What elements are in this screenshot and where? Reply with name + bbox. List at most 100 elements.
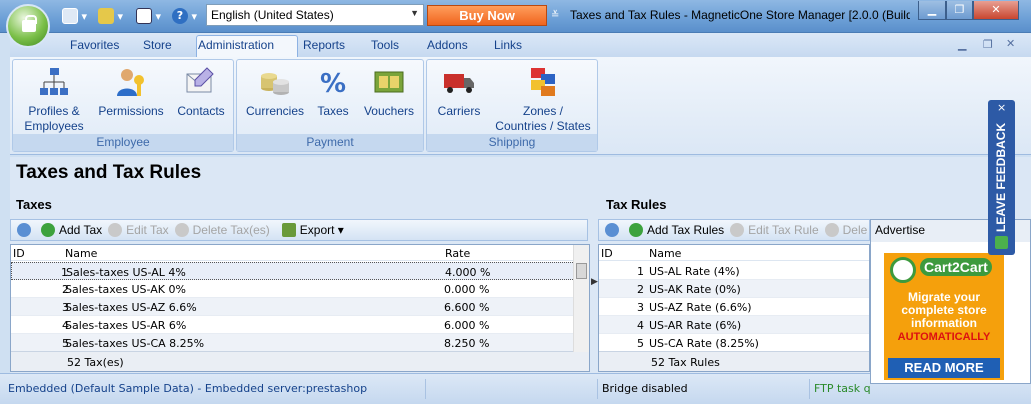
buy-now-button[interactable]: Buy Now xyxy=(427,5,547,26)
cell-id: 3 xyxy=(637,301,644,314)
leave-feedback-label: LEAVE FEEDBACK xyxy=(994,122,1008,232)
contacts-button[interactable]: Contacts xyxy=(171,66,231,119)
edit-tax-rule-label: Edit Tax Rule xyxy=(748,223,819,237)
delete-icon xyxy=(174,223,189,237)
carriers-button[interactable]: Carriers xyxy=(431,66,487,119)
feedback-icon xyxy=(995,236,1008,249)
column-rate[interactable]: Rate xyxy=(445,247,470,260)
status-empty xyxy=(426,379,598,399)
add-tax-label: Add Tax xyxy=(59,223,103,237)
language-value: English (United States) xyxy=(211,8,334,22)
scrollbar-thumb[interactable] xyxy=(576,263,587,279)
minimize-button[interactable]: ▁ xyxy=(918,1,946,20)
tax-rules-toolbar: Add Tax Rules Edit Tax Rule Dele xyxy=(598,219,870,241)
app-orb-button[interactable] xyxy=(6,4,50,48)
column-name[interactable]: Name xyxy=(65,247,97,260)
ribbon-restore-icon[interactable]: ❐ xyxy=(983,38,993,51)
menu-store[interactable]: Store xyxy=(143,38,172,52)
zones-countries-states-label: Zones / Countries / States xyxy=(495,104,591,133)
close-button[interactable]: ✕ xyxy=(973,1,1019,20)
chevron-down-icon: ▼ xyxy=(410,8,419,18)
permissions-button[interactable]: Permissions xyxy=(95,66,167,119)
column-id[interactable]: ID xyxy=(13,247,25,260)
refresh-rules-button[interactable] xyxy=(605,223,623,237)
currencies-button[interactable]: Currencies xyxy=(241,66,309,119)
ribbon-group-employee: Profiles & Employees Permissions Contact… xyxy=(12,59,234,152)
cell-name: Sales-taxes US-AL 4% xyxy=(66,266,186,279)
edit-tax-button[interactable]: Edit Tax xyxy=(108,223,169,237)
settings-icon[interactable]: ▾ xyxy=(62,7,87,25)
export-button[interactable]: Export ▾ xyxy=(281,223,344,237)
payment-group-label: Payment xyxy=(237,134,423,151)
menu-reports[interactable]: Reports xyxy=(303,38,345,52)
menu-tools[interactable]: Tools xyxy=(371,38,399,52)
menu-links[interactable]: Links xyxy=(494,38,522,52)
taxes-grid: ID Name Rate 1 Sales-taxes US-AL 4% 4.000 … xyxy=(10,244,590,372)
pencil-icon xyxy=(108,223,123,237)
maximize-button[interactable]: ❐ xyxy=(946,1,973,20)
taxes-panel-title: Taxes xyxy=(16,197,52,212)
refresh-icon xyxy=(17,223,31,237)
contacts-label: Contacts xyxy=(177,104,225,118)
taxes-scrollbar[interactable] xyxy=(573,245,589,352)
read-more-button[interactable]: READ MORE xyxy=(888,358,1000,378)
table-row[interactable]: 2 US-AK Rate (0%) xyxy=(599,280,869,298)
menu-favorites[interactable]: Favorites xyxy=(70,38,119,52)
menu-administration[interactable]: Administration xyxy=(198,38,274,52)
flags-icon xyxy=(527,66,559,98)
cart2cart-ad[interactable]: Cart2Cart Migrate your complete store in… xyxy=(884,253,1004,380)
add-icon xyxy=(629,223,643,237)
vouchers-label: Vouchers xyxy=(363,104,415,118)
percent-icon: % xyxy=(317,66,349,99)
cell-name: US-CA Rate (8.25%) xyxy=(649,337,759,350)
column-name[interactable]: Name xyxy=(649,247,681,260)
table-row[interactable]: 1 Sales-taxes US-AL 4% 4.000 % xyxy=(11,262,589,280)
table-row[interactable]: 5 Sales-taxes US-CA 8.25% 8.250 % xyxy=(11,334,589,352)
delete-tax-rule-button[interactable]: Dele xyxy=(824,223,867,237)
help-icon[interactable]: ? ▾ xyxy=(172,7,197,25)
permissions-label: Permissions xyxy=(98,104,164,118)
menu-bar: Favorites Store Administration Reports T… xyxy=(10,33,1031,58)
add-tax-rules-button[interactable]: Add Tax Rules xyxy=(629,223,724,237)
edit-tax-rule-button[interactable]: Edit Tax Rule xyxy=(730,223,819,237)
splitter-arrow-icon[interactable]: ▶ xyxy=(591,277,598,297)
cell-name: Sales-taxes US-AR 6% xyxy=(65,319,187,332)
cell-rate: 8.250 % xyxy=(444,337,490,350)
ribbon-minimize-icon[interactable]: ▁ xyxy=(958,38,966,51)
shipping-group-label: Shipping xyxy=(427,134,597,151)
cell-id: 4 xyxy=(637,319,644,332)
language-select[interactable]: English (United States) ▼ xyxy=(206,4,424,26)
refresh-button[interactable] xyxy=(17,223,35,237)
vouchers-button[interactable]: Vouchers xyxy=(359,66,419,119)
window-icon[interactable]: ▾ xyxy=(136,7,161,25)
status-connection: Embedded (Default Sample Data) - Embedde… xyxy=(4,379,426,399)
table-row[interactable]: 2 Sales-taxes US-AK 0% 0.000 % xyxy=(11,280,589,298)
table-row[interactable]: 5 US-CA Rate (8.25%) xyxy=(599,334,869,352)
table-row[interactable]: 3 Sales-taxes US-AZ 6.6% 6.600 % xyxy=(11,298,589,316)
profiles-employees-button[interactable]: Profiles & Employees xyxy=(17,66,91,134)
table-row[interactable]: 1 US-AL Rate (4%) xyxy=(599,262,869,280)
taxes-grid-footer: 52 Tax(es) xyxy=(11,351,589,371)
cell-name: Sales-taxes US-AZ 6.6% xyxy=(65,301,197,314)
pencil-icon xyxy=(730,223,745,237)
cell-name: US-AK Rate (0%) xyxy=(649,283,741,296)
refresh-icon[interactable]: ▾ xyxy=(98,7,123,25)
add-tax-button[interactable]: Add Tax xyxy=(41,223,102,237)
carriers-label: Carriers xyxy=(437,104,481,118)
table-row[interactable]: 4 Sales-taxes US-AR 6% 6.000 % xyxy=(11,316,589,334)
zones-countries-states-button[interactable]: Zones / Countries / States xyxy=(491,66,595,134)
column-id[interactable]: ID xyxy=(601,247,613,260)
cell-name: US-AZ Rate (6.6%) xyxy=(649,301,752,314)
delete-taxes-button[interactable]: Delete Tax(es) xyxy=(174,223,270,237)
ribbon-close-icon[interactable]: ✕ xyxy=(1006,37,1015,50)
quick-access-menu-icon[interactable]: ≚ xyxy=(551,10,559,21)
truck-icon xyxy=(443,66,475,98)
table-row[interactable]: 4 US-AR Rate (6%) xyxy=(599,316,869,334)
cell-rate: 4.000 % xyxy=(445,266,491,279)
shopping-bag-icon xyxy=(22,15,37,32)
menu-addons[interactable]: Addons xyxy=(427,38,468,52)
leave-feedback-tab[interactable]: × LEAVE FEEDBACK xyxy=(988,100,1015,255)
taxes-label: Taxes xyxy=(317,104,349,118)
taxes-button[interactable]: % Taxes xyxy=(313,66,353,119)
table-row[interactable]: 3 US-AZ Rate (6.6%) xyxy=(599,298,869,316)
